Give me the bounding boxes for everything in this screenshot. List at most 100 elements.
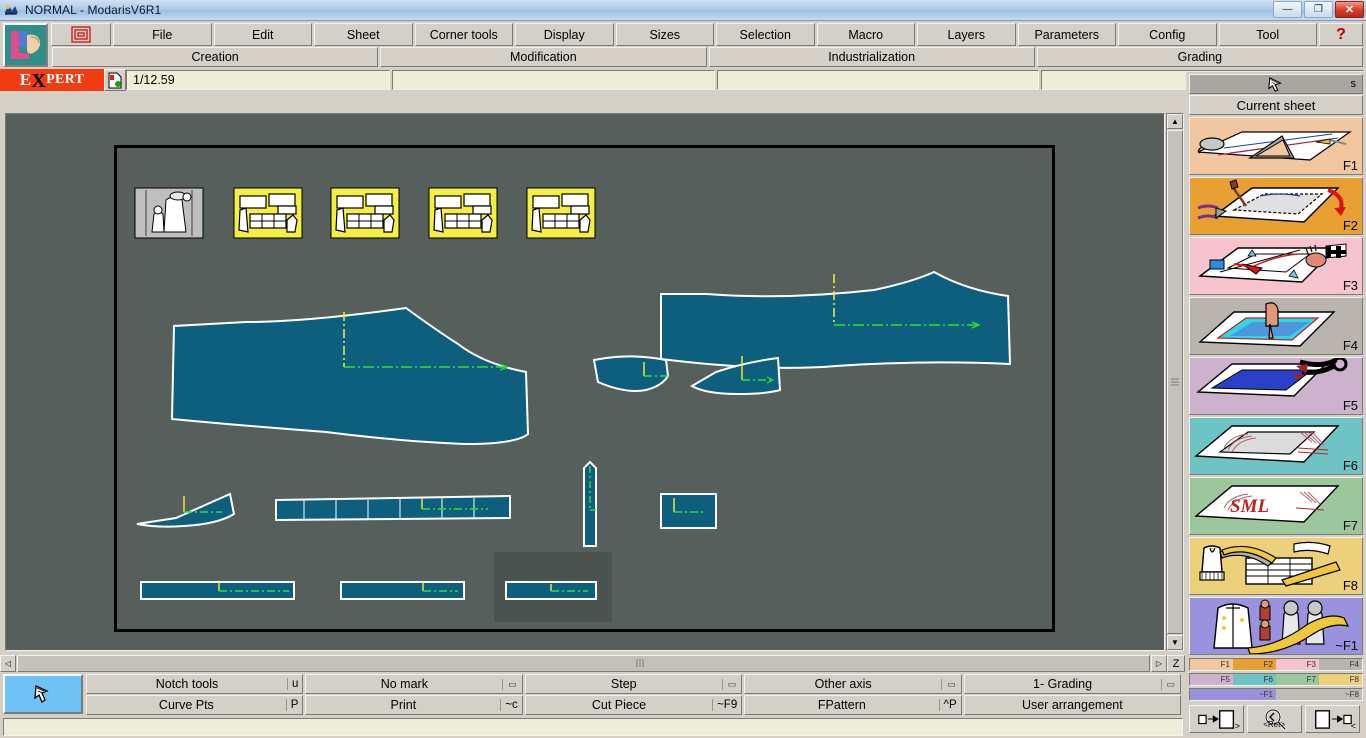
mode-label: Creation bbox=[191, 50, 239, 64]
legend-f5[interactable]: F5 bbox=[1190, 674, 1233, 685]
cmd-no-mark[interactable]: No mark ▭ bbox=[305, 674, 523, 694]
sidebar-panel-f6[interactable]: F6 bbox=[1189, 417, 1363, 475]
chevron-down-icon[interactable]: ▭ bbox=[721, 678, 742, 690]
info-field-3[interactable] bbox=[716, 70, 1040, 90]
chevron-down-icon[interactable]: ▭ bbox=[941, 678, 961, 690]
sidebar-panel-f4[interactable]: F4 bbox=[1189, 297, 1363, 355]
message-bar[interactable] bbox=[3, 718, 1183, 736]
zoom-in-button[interactable]: < bbox=[1305, 705, 1360, 733]
current-sheet-button[interactable]: Current sheet bbox=[1189, 95, 1363, 115]
menu-item-config[interactable]: Config bbox=[1118, 23, 1217, 46]
zoom-out-button[interactable]: > bbox=[1189, 705, 1244, 733]
pattern-piece-collar-left bbox=[592, 355, 670, 392]
cmd-shortcut: u bbox=[287, 678, 302, 690]
mode-industrialization[interactable]: Industrialization bbox=[708, 47, 1035, 67]
current-sheet-label: Current sheet bbox=[1236, 97, 1316, 113]
window-controls: — ❐ ✕ bbox=[1271, 0, 1366, 20]
cmd-label: Print bbox=[390, 698, 417, 712]
vertical-scroll-thumb[interactable] bbox=[1167, 130, 1183, 634]
legend-f6[interactable]: F6 bbox=[1233, 674, 1276, 685]
cmd-label: No mark bbox=[380, 677, 428, 691]
chevron-down-icon[interactable]: ▭ bbox=[502, 678, 522, 690]
hand-pointer-icon bbox=[1268, 76, 1282, 92]
cmd-print[interactable]: Print ~c bbox=[305, 695, 523, 715]
help-icon[interactable]: ? bbox=[1319, 23, 1363, 46]
mode-grading[interactable]: Grading bbox=[1036, 47, 1363, 67]
workspace: ▲ ▼ bbox=[0, 110, 1185, 655]
info-field-2[interactable] bbox=[392, 70, 715, 90]
legend-f3[interactable]: F3 bbox=[1276, 659, 1319, 670]
legend-label: F5 bbox=[1220, 675, 1230, 684]
horizontal-scroll-thumb[interactable] bbox=[17, 655, 1150, 672]
chevron-down-icon[interactable]: ▭ bbox=[1160, 678, 1181, 690]
legend-f7[interactable]: F7 bbox=[1276, 674, 1319, 685]
minimize-button[interactable]: — bbox=[1273, 0, 1302, 18]
cmd-label: 1- Grading bbox=[1033, 677, 1093, 691]
zoom-reset-label: <Ret> bbox=[1263, 720, 1285, 729]
menu-item-sizes[interactable]: Sizes bbox=[615, 23, 714, 46]
mode-creation[interactable]: Creation bbox=[52, 47, 379, 67]
cmd-notch-tools[interactable]: Notch tools u bbox=[86, 674, 304, 694]
legend-tilde-f8[interactable]: ~F8 bbox=[1276, 689, 1362, 700]
cmd-other-axis[interactable]: Other axis ▭ bbox=[744, 674, 962, 694]
sidebar-pointer-button[interactable]: s bbox=[1189, 74, 1363, 94]
sidebar-panel-f1[interactable]: F1 bbox=[1189, 117, 1363, 175]
cmd-curve-pts[interactable]: Curve Pts P bbox=[86, 695, 304, 715]
panel-key-label: ~F1 bbox=[1335, 638, 1358, 653]
vertical-scrollbar[interactable]: ▲ ▼ bbox=[1166, 113, 1184, 651]
menu-item-layers[interactable]: Layers bbox=[917, 23, 1016, 46]
cmd-cut-piece[interactable]: Cut Piece ~F9 bbox=[524, 695, 743, 715]
modaris-logo-icon[interactable] bbox=[3, 23, 48, 67]
sidebar-panel-f2[interactable]: F2 bbox=[1189, 177, 1363, 235]
sidebar-panel-f5[interactable]: F5 bbox=[1189, 357, 1363, 415]
legend-label: F3 bbox=[1306, 660, 1316, 669]
sidebar-panel-f8[interactable]: F8 bbox=[1189, 537, 1363, 595]
sidebar-panel-f7[interactable]: SML F7 bbox=[1189, 477, 1363, 535]
menu-item-macro[interactable]: Macro bbox=[816, 23, 915, 46]
legend-f1[interactable]: F1 bbox=[1190, 659, 1233, 670]
page-status-icon[interactable] bbox=[104, 69, 126, 91]
mode-modification[interactable]: Modification bbox=[380, 47, 707, 67]
sidebar-panel-f3[interactable]: F3 bbox=[1189, 237, 1363, 295]
scroll-left-arrow-icon[interactable]: ◁ bbox=[0, 655, 16, 672]
scroll-up-arrow-icon[interactable]: ▲ bbox=[1167, 114, 1183, 129]
menu-item-parameters[interactable]: Parameters bbox=[1017, 23, 1116, 46]
scroll-right-arrow-icon[interactable]: ▷ bbox=[1151, 655, 1167, 672]
mode-label: Grading bbox=[1177, 50, 1223, 64]
maximize-button[interactable]: ❐ bbox=[1304, 0, 1333, 18]
mode-bar: Creation Modification Industrialization … bbox=[51, 47, 1366, 69]
pattern-icon-button[interactable] bbox=[51, 23, 111, 46]
legend-label: ~F1 bbox=[1258, 690, 1273, 699]
cmd-fpattern[interactable]: FPattern ^P bbox=[744, 695, 962, 715]
expert-badge: E X PERT bbox=[0, 69, 104, 92]
close-button[interactable]: ✕ bbox=[1335, 0, 1364, 18]
menu-item-corner-tools[interactable]: Corner tools bbox=[414, 23, 513, 46]
sidebar-panel-tilde-f1[interactable]: ~F1 bbox=[1189, 597, 1363, 655]
legend-tilde-f1[interactable]: ~F1 bbox=[1190, 689, 1276, 700]
zoom-extents-button[interactable]: Z bbox=[1167, 655, 1185, 672]
window-title: NORMAL - ModarisV6R1 bbox=[25, 3, 162, 17]
legend-f8[interactable]: F8 bbox=[1319, 674, 1362, 685]
legend-f2[interactable]: F2 bbox=[1233, 659, 1276, 670]
zoom-reset-button[interactable]: <Ret> bbox=[1247, 705, 1302, 733]
cmd-step[interactable]: Step ▭ bbox=[524, 674, 743, 694]
pattern-canvas[interactable] bbox=[5, 113, 1165, 651]
scale-field[interactable]: 1/12.59 bbox=[126, 70, 390, 90]
menu-item-display[interactable]: Display bbox=[515, 23, 614, 46]
pattern-piece-rect-small bbox=[660, 493, 717, 529]
scroll-down-arrow-icon[interactable]: ▼ bbox=[1167, 635, 1183, 650]
menu-item-sheet[interactable]: Sheet bbox=[314, 23, 413, 46]
menu-item-tool[interactable]: Tool bbox=[1218, 23, 1317, 46]
legend-f4[interactable]: F4 bbox=[1319, 659, 1362, 670]
horizontal-scrollbar[interactable]: ◁ ▷ Z bbox=[0, 655, 1185, 672]
menu-item-edit[interactable]: Edit bbox=[213, 23, 312, 46]
mode-label: Industrialization bbox=[828, 50, 916, 64]
cmd-user-arrangement[interactable]: User arrangement bbox=[963, 695, 1182, 715]
pattern-piece-strip-1 bbox=[140, 581, 295, 600]
pattern-pieces-layer bbox=[134, 187, 1012, 600]
menu-item-file[interactable]: File bbox=[113, 23, 212, 46]
cmd-label: Step bbox=[610, 677, 637, 691]
hand-pointer-icon[interactable] bbox=[3, 674, 83, 714]
menu-item-selection[interactable]: Selection bbox=[716, 23, 815, 46]
cmd-grading[interactable]: 1- Grading ▭ bbox=[963, 674, 1182, 694]
